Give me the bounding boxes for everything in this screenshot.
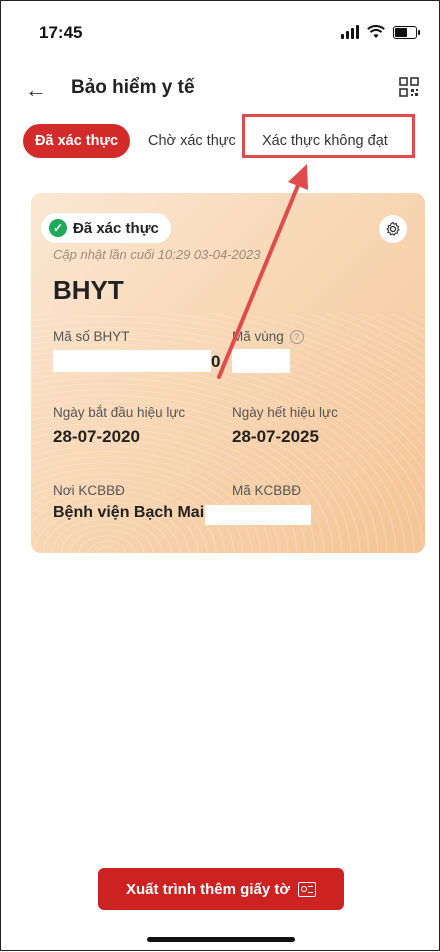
signal-icon	[341, 25, 359, 39]
verified-badge: ✓ Đã xác thực	[41, 213, 171, 243]
start-date-label: Ngày bắt đầu hiệu lực	[53, 405, 186, 420]
settings-gear-icon[interactable]	[379, 215, 407, 243]
home-indicator[interactable]	[147, 937, 295, 942]
registered-place-label: Nơi KCBBĐ	[53, 483, 125, 498]
tab-verified[interactable]: Đã xác thực	[23, 124, 131, 158]
back-arrow-icon[interactable]: ←	[25, 77, 47, 103]
status-time: 17:45	[39, 23, 83, 42]
registered-place-value: Bệnh viện Bạch Mai	[53, 504, 205, 521]
end-date-label: Ngày hết hiệu lực	[232, 405, 338, 420]
card-title: BHYT	[53, 275, 124, 305]
help-circle-icon[interactable]: ?	[289, 330, 304, 345]
start-date-value: 28-07-2020	[53, 427, 140, 446]
present-more-documents-button[interactable]: Xuất trình thêm giấy tờ	[98, 868, 344, 910]
check-circle-icon: ✓	[49, 219, 67, 237]
battery-icon	[393, 25, 420, 39]
insurance-card[interactable]: ✓ Đã xác thực Cập nhật lần cuối 10:29 03…	[31, 193, 425, 553]
last-updated-text: Cập nhật lần cuối 10:29 03-04-2023	[53, 247, 261, 262]
registered-place-code-label: Mã KCBBĐ	[232, 483, 302, 498]
insurance-number-redacted	[53, 350, 211, 372]
id-card-icon	[298, 881, 316, 897]
qr-code-icon[interactable]	[399, 77, 419, 97]
status-icons	[341, 25, 420, 39]
annotation-highlight-box	[242, 114, 415, 158]
verified-badge-label: Đã xác thực	[73, 219, 159, 237]
insurance-number-label: Mã số BHYT	[53, 329, 130, 344]
registered-place-code-redacted	[205, 505, 311, 525]
region-code-label: Mã vùng?	[232, 329, 304, 345]
present-button-label: Xuất trình thêm giấy tờ	[125, 880, 290, 898]
region-code-redacted	[232, 349, 290, 373]
wifi-icon	[367, 25, 385, 38]
phone-screen: 17:45 ← Bảo hiểm y tế Đã xác thực Chờ xá…	[0, 0, 440, 951]
insurance-number-tail: 0	[211, 352, 221, 371]
page-title: Bảo hiểm y tế	[71, 77, 195, 98]
end-date-value: 28-07-2025	[232, 427, 319, 446]
tab-pending[interactable]: Chờ xác thực	[136, 124, 248, 158]
